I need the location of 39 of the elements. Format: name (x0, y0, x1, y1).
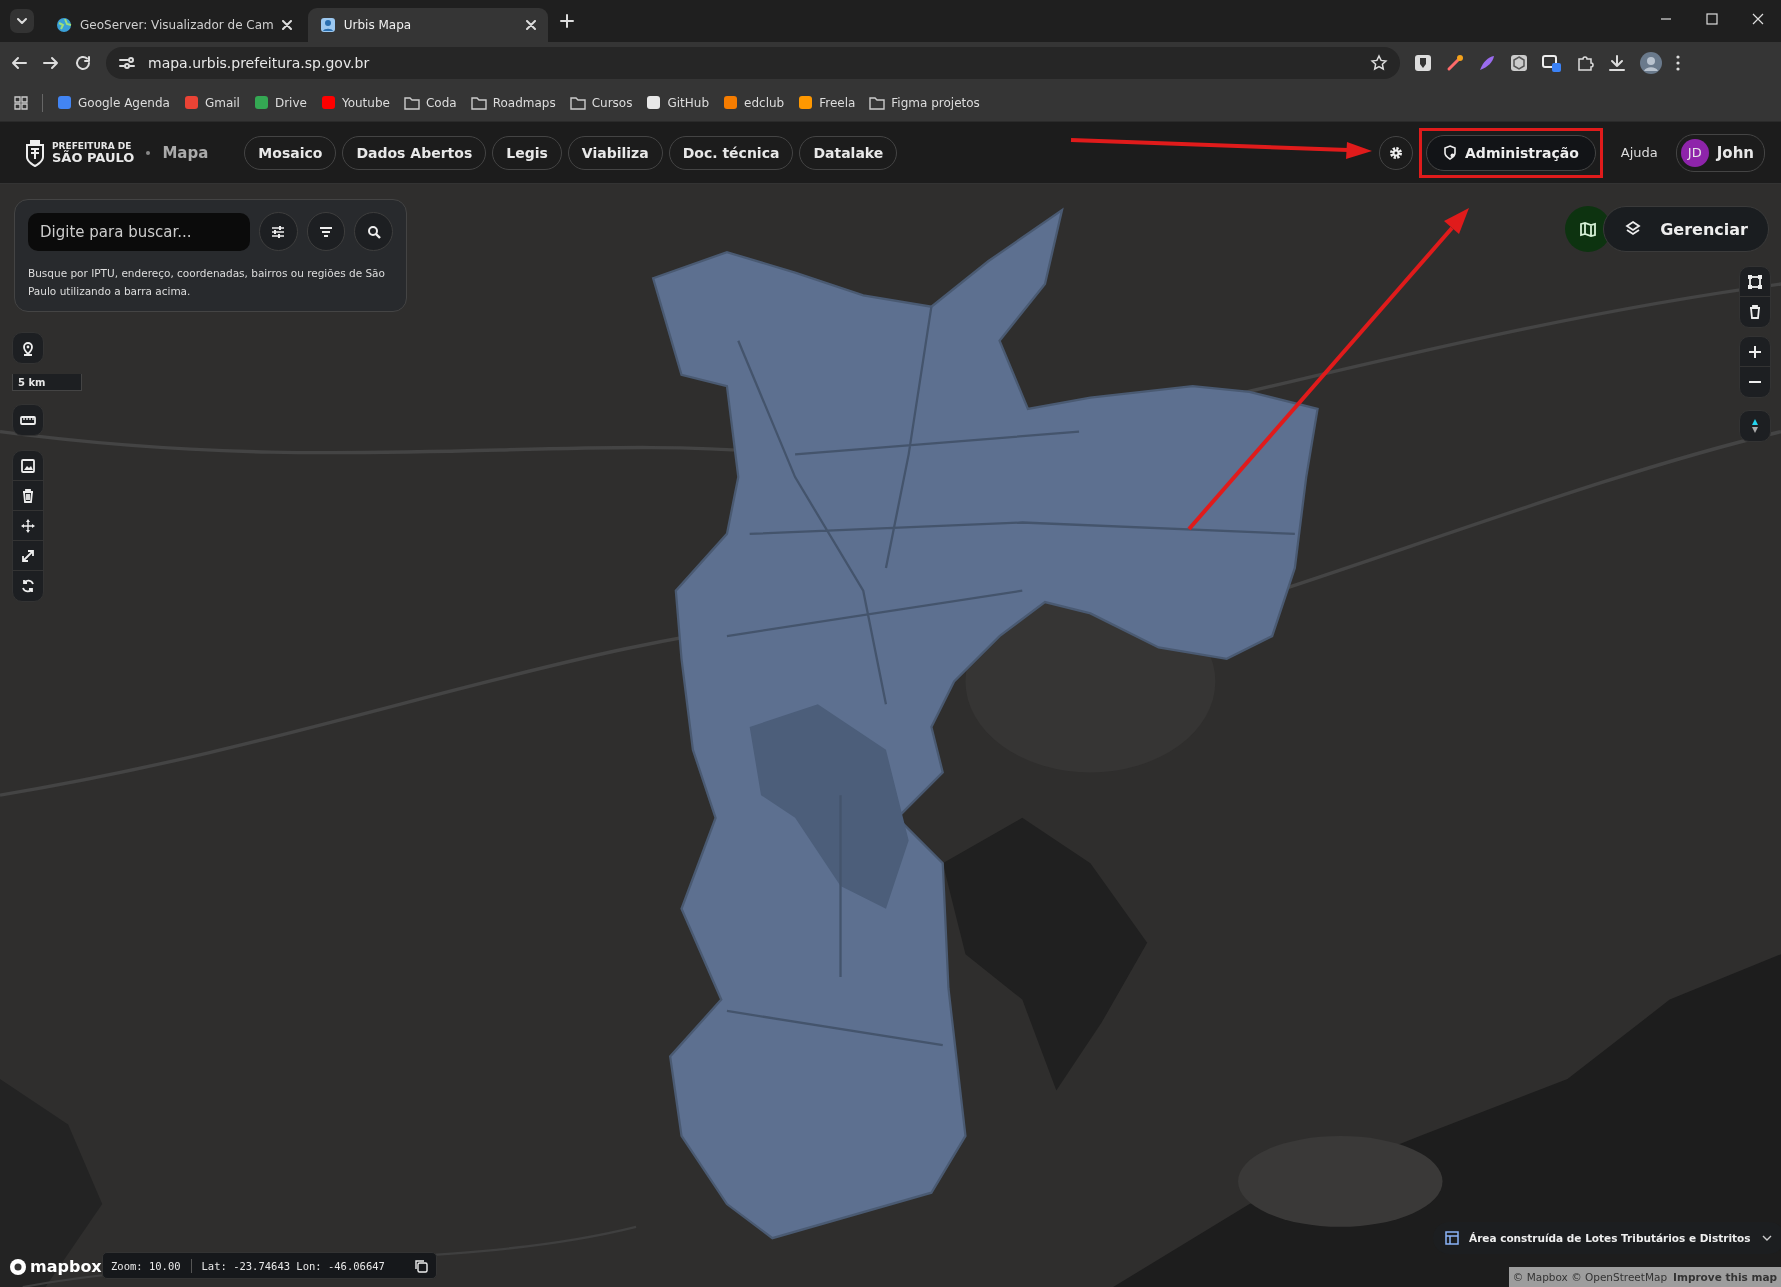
admin-button[interactable]: Administração (1426, 134, 1596, 171)
bookmark[interactable]: Google Agenda (57, 95, 170, 110)
bookmark[interactable]: edclub (723, 95, 785, 110)
search-hint: Busque por IPTU, endereço, coordenadas, bairros ou regiões de São Paulo utilizando a barra acima. (28, 266, 386, 299)
address-bar[interactable]: mapa.urbis.prefeitura.sp.gov.br (106, 47, 1400, 79)
search-field[interactable]: Digite para buscar... (28, 212, 251, 251)
nav-button[interactable]: Legis (492, 135, 562, 170)
bookmark[interactable]: GitHub (646, 95, 710, 110)
improve-map-link[interactable]: Improve this map (1673, 1271, 1777, 1283)
tab-title: GeoServer: Visualizador de Cam (80, 18, 274, 32)
help-link[interactable]: Ajuda (1620, 145, 1658, 160)
section-title: Mapa (162, 143, 209, 162)
bookmark[interactable]: Coda (403, 95, 457, 110)
bookmark[interactable]: Freela (798, 95, 856, 110)
bookmark[interactable]: Drive (253, 95, 307, 110)
bookmark[interactable]: Roadmaps (470, 95, 556, 110)
mapbox-logo: mapbox (9, 1257, 102, 1276)
user-menu[interactable]: JD John (1675, 133, 1765, 172)
manage-layers-button[interactable]: Gerenciar (1603, 206, 1769, 252)
attribution-text: © Mapbox © OpenStreetMap (1512, 1271, 1668, 1283)
user-avatar: JD (1680, 138, 1709, 167)
tab-title: Urbis Mapa (343, 18, 413, 32)
bookmark[interactable]: Gmail (183, 95, 240, 110)
url-text: mapa.urbis.prefeitura.sp.gov.br (148, 55, 371, 71)
nav-button[interactable]: Dados Abertos (342, 135, 487, 170)
nav-button[interactable]: Mosaico (244, 135, 337, 170)
bookmark[interactable]: Figma projetos (869, 95, 980, 110)
nav-button[interactable]: Doc. técnica (668, 135, 794, 170)
zoom-reading: Zoom: 10.00 (111, 1259, 181, 1272)
nav-button[interactable]: Datalake (799, 135, 898, 170)
nav-button[interactable]: Viabiliza (567, 135, 663, 170)
browser-tab[interactable]: Urbis Mapa (307, 8, 548, 42)
coordinates-reading: Lat: -23.74643 Lon: -46.06647 (201, 1259, 385, 1272)
logo-line: SÃO PAULO (52, 150, 135, 164)
scale-bar: 5 km (12, 374, 82, 391)
bookmark[interactable]: Youtube (320, 95, 390, 110)
logo-line: PREFEITURA DE (52, 141, 133, 151)
bookmark[interactable]: Cursos (569, 95, 633, 110)
browser-tab[interactable]: GeoServer: Visualizador de Cam (44, 8, 304, 42)
